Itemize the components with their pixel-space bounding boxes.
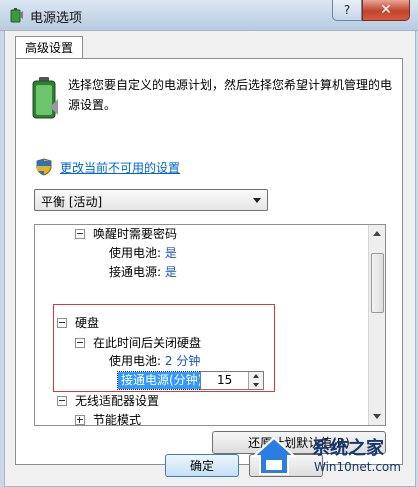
collapse-icon[interactable] (75, 337, 85, 348)
scroll-down-icon[interactable] (369, 409, 385, 425)
intro-text: 选择您要自定义的电源计划，然后选择您希望计算机管理的电源设置。 (68, 78, 393, 112)
scroll-up-icon[interactable] (369, 225, 385, 241)
help-button[interactable]: ? (332, 0, 362, 21)
spin-up-icon[interactable] (249, 372, 263, 380)
power-options-icon (10, 8, 23, 23)
watermark-title: 系统之家 (312, 438, 384, 459)
tree-item-disk-battery[interactable]: 使用电池: 2 分钟 (109, 352, 200, 370)
tree-scrollbar[interactable] (368, 225, 385, 425)
ok-button[interactable]: 确定 (165, 454, 239, 477)
title-bar: 电源选项 ? ✕ (0, 0, 418, 31)
settings-tree[interactable]: 唤醒时需要密码 使用电池: 是 接通电源: 是 硬盘 在此时间后关闭硬盘 使用电… (34, 224, 386, 426)
house-logo-icon (252, 436, 296, 475)
tab-advanced-settings[interactable]: 高级设置 (15, 36, 83, 59)
tree-item-power-saving[interactable]: 节能模式 (75, 411, 141, 425)
spin-down-icon[interactable] (249, 381, 263, 389)
tree-item-turn-off-disk[interactable]: 在此时间后关闭硬盘 (75, 334, 201, 352)
power-plan-select[interactable]: 平衡 [活动] (34, 189, 268, 211)
minutes-input[interactable]: 15 (217, 373, 232, 387)
tab-panel: 选择您要自定义的电源计划，然后选择您希望计算机管理的电源设置。 更改当前不可用的… (15, 58, 403, 465)
close-button[interactable]: ✕ (362, 0, 410, 21)
dialog-body: 高级设置 选择您要自定义的电源计划，然后选择您希望计算机管理的电源设置。 更改当… (4, 30, 416, 487)
uac-shield-icon (36, 158, 52, 176)
expand-icon[interactable] (75, 414, 85, 425)
tree-item-wake-plugged[interactable]: 接通电源: 是 (109, 263, 177, 281)
minutes-spinbox[interactable]: 15 (200, 371, 264, 390)
window-title: 电源选项 (30, 11, 83, 26)
change-unavailable-settings-link[interactable]: 更改当前不可用的设置 (60, 159, 180, 176)
power-plan-value: 平衡 [活动] (41, 195, 103, 209)
site-watermark: 系统之家 Win10net.com (250, 430, 414, 482)
spin-buttons (248, 372, 263, 389)
chevron-down-icon (253, 198, 261, 203)
scroll-thumb[interactable] (371, 253, 384, 313)
collapse-icon[interactable] (75, 228, 85, 239)
tree-item-hard-disk[interactable]: 硬盘 (57, 314, 99, 332)
battery-icon (32, 77, 58, 119)
tree-item-wake-battery[interactable]: 使用电池: 是 (109, 244, 177, 262)
tree-item-wireless[interactable]: 无线适配器设置 (57, 392, 159, 410)
tree-item-wake-password[interactable]: 唤醒时需要密码 (75, 225, 177, 243)
selected-setting-label[interactable]: 接通电源(分钟): (116, 371, 211, 390)
watermark-subtitle: Win10net.com (314, 460, 401, 474)
collapse-icon[interactable] (57, 317, 67, 328)
collapse-icon[interactable] (57, 395, 67, 406)
